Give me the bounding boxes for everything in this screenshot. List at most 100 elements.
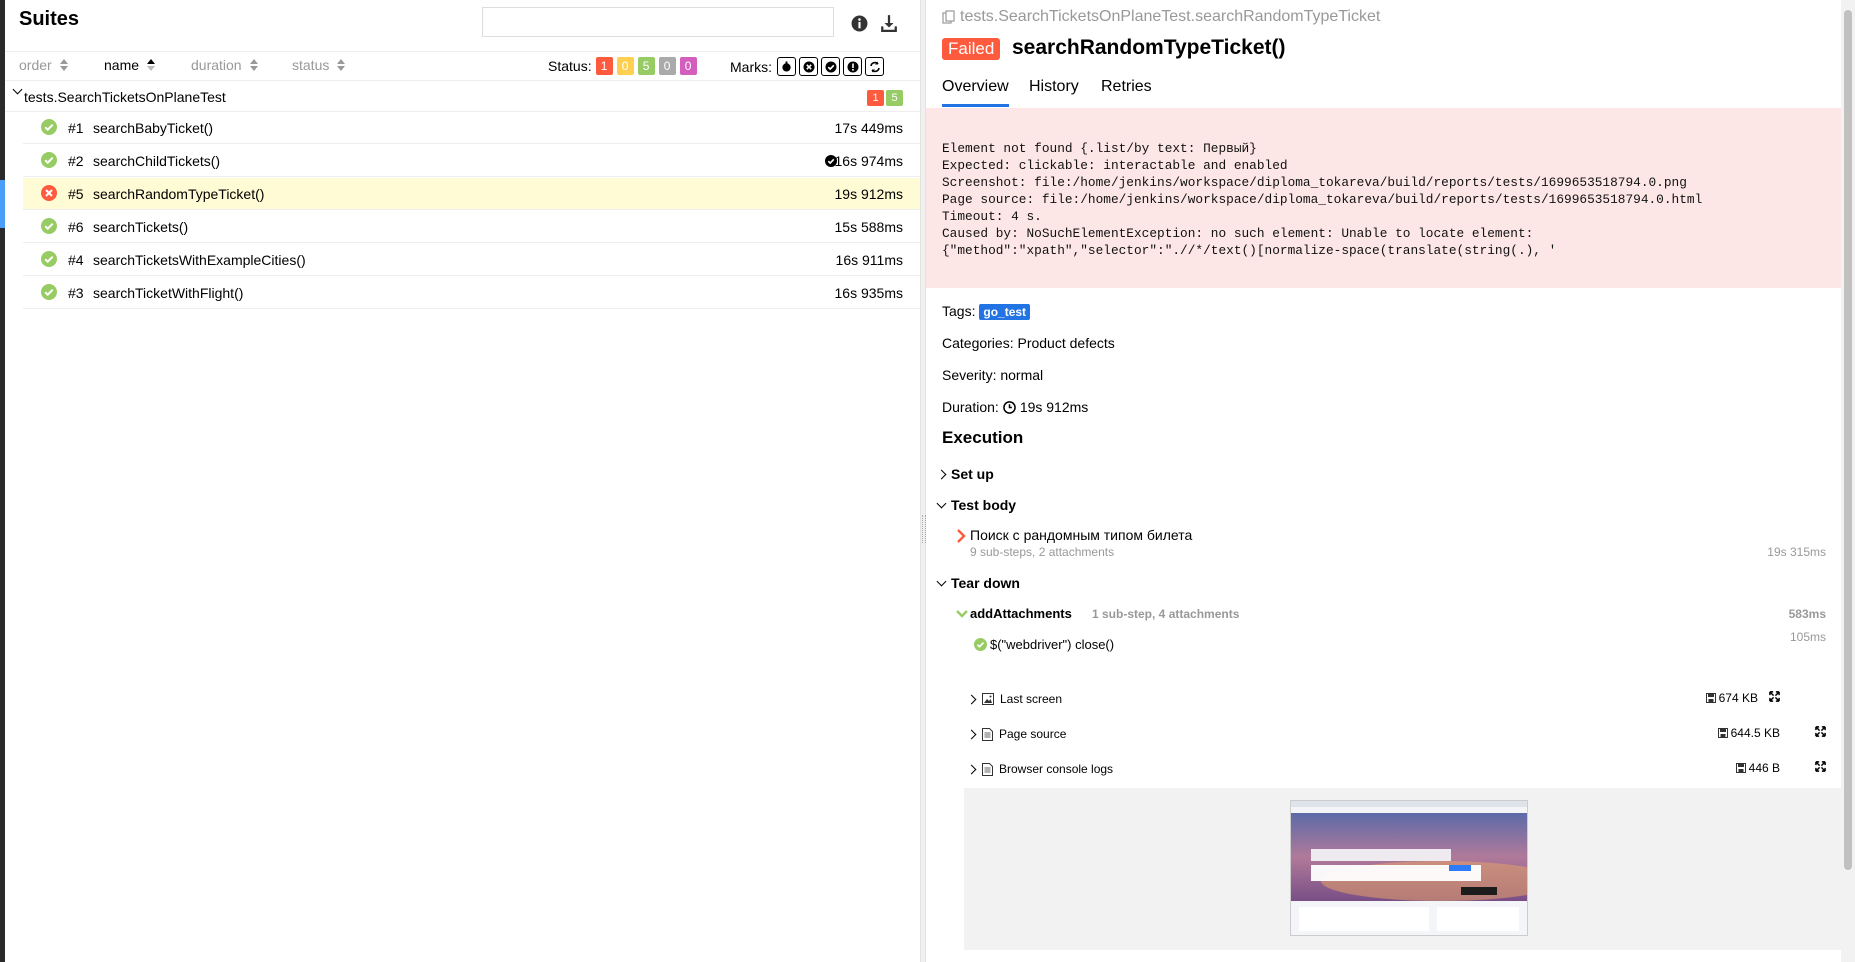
chevron-right-icon [936,469,947,479]
test-row[interactable]: #6 searchTickets() 15s 588ms [23,211,920,243]
sub-step-duration: 105ms [1789,630,1826,644]
body-section-toggle[interactable]: Test body [936,497,1017,513]
chevron-right-failed-icon [957,529,966,543]
severity-value: normal [1000,367,1044,383]
new-passed-icon[interactable] [821,57,840,76]
test-fullname-text: tests.SearchTicketsOnPlaneTest.searchRan… [960,8,1381,25]
info-button[interactable] [847,11,871,35]
test-row[interactable]: #5 searchRandomTypeTicket() 19s 912ms [23,178,920,210]
fullscreen-icon[interactable] [1815,726,1826,740]
retries-icon[interactable] [865,57,884,76]
sort-name[interactable]: name [104,57,156,73]
sort-status-label: status [292,57,330,73]
test-row[interactable]: #1 searchBabyTicket() 17s 449ms [23,112,920,144]
sort-name-label: name [104,57,140,73]
chevron-down-icon [936,576,947,587]
test-row[interactable]: #4 searchTicketsWithExampleCities() 16s 91… [23,244,920,276]
suite-group-counts: 15 [863,88,903,106]
filter-broken-badge[interactable]: 0 [616,57,634,75]
sort-duration[interactable]: duration [191,57,258,73]
execution-title: Execution [942,428,1024,447]
teardown-step-row[interactable]: addAttachments 1 sub-step, 4 attachments… [956,606,1826,624]
sub-step-row[interactable]: $("webdriver") close() 105ms [974,630,1826,657]
passed-status-icon [41,218,57,239]
image-icon [982,693,994,705]
disk-icon [1705,693,1716,703]
sort-order-label: order [19,57,52,73]
duration-label: Duration: [942,399,999,415]
suite-group-row[interactable]: tests.SearchTicketsOnPlaneTest 15 [5,81,920,112]
body-section-label: Test body [951,497,1017,513]
fullscreen-icon[interactable] [1815,761,1826,775]
attachment-name: Page source [999,727,1067,741]
attachment-name: Browser console logs [999,762,1114,776]
sort-status[interactable]: status [292,57,346,73]
filter-passed-badge[interactable]: 5 [637,57,655,75]
video-attachment-preview [964,788,1841,950]
new-broken-icon[interactable] [843,57,862,76]
attachment-row[interactable]: Last screen 674 KB [966,690,1826,708]
sort-arrows-icon [59,59,68,71]
disk-icon [1717,728,1728,738]
fullscreen-icon[interactable] [1769,691,1780,705]
chevron-right-icon [966,764,976,774]
teardown-section-toggle[interactable]: Tear down [936,575,1020,591]
sort-arrows-icon [249,59,258,71]
attachment-size-text: 674 KB [1718,691,1758,705]
teardown-step-sub: 1 sub-step, 4 attachments [1092,607,1240,621]
passed-status-icon [41,119,57,140]
filter-skipped-badge[interactable]: 0 [658,57,676,75]
file-icon [982,762,993,776]
page-title: searchRandomTypeTicket() [1012,36,1286,59]
tab-overview[interactable]: Overview [942,78,1009,107]
test-row[interactable]: #3 searchTicketWithFlight() 16s 935ms [23,277,920,309]
tab-history[interactable]: History [1029,78,1079,104]
attachment-row[interactable]: Page source 644.5 KB [966,725,1826,743]
attachment-row[interactable]: Browser console logs 446 B [966,760,1826,778]
test-details-pane: tests.SearchTicketsOnPlaneTest.searchRan… [926,0,1841,962]
body-step-sub: 9 sub-steps, 2 attachments [970,545,1115,559]
new-failed-icon[interactable] [799,57,818,76]
tag-badge[interactable]: go_test [979,304,1031,320]
tab-retries[interactable]: Retries [1101,78,1152,104]
test-name: searchRandomTypeTicket() [93,186,265,202]
test-number: #1 [68,120,84,136]
download-button[interactable] [877,11,901,35]
filter-unknown-badge[interactable]: 0 [679,57,697,75]
passed-status-icon [41,251,57,272]
vertical-scrollbar[interactable] [1841,0,1855,962]
passed-status-icon [41,152,57,173]
attachment-name: Last screen [1000,692,1063,706]
test-name: searchTicketWithFlight() [93,285,244,301]
scrollbar-thumb[interactable] [1844,10,1852,870]
suite-group-name: tests.SearchTicketsOnPlaneTest [24,89,226,105]
search-input[interactable] [482,7,834,37]
test-duration: 16s 935ms [834,285,903,301]
severity-row: Severity: normal [942,367,1043,383]
sort-order[interactable]: order [19,57,68,73]
test-duration: 17s 449ms [834,120,903,136]
setup-section-toggle[interactable]: Set up [936,466,994,482]
teardown-section-label: Tear down [951,575,1020,591]
copy-icon[interactable] [942,10,956,24]
marks-filter: Marks: [730,57,884,76]
test-row[interactable]: #2 searchChildTickets() 16s 974ms [23,145,920,177]
tags-label: Tags: [942,303,976,319]
categories-value: Product defects [1017,335,1115,351]
setup-section-label: Set up [951,466,994,482]
filter-failed-badge[interactable]: 1 [595,57,613,75]
error-message-text: Element not found {.list/by text: Первый… [942,141,1703,258]
video-preview-image[interactable] [1290,800,1528,936]
disk-icon [1735,763,1746,773]
attachment-size: 446 B [1735,761,1780,775]
flaky-icon[interactable] [777,57,796,76]
sort-duration-label: duration [191,57,242,73]
body-step-name: Поиск с рандомным типом билета [970,527,1193,543]
duration-row: Duration: 19s 912ms [942,399,1088,415]
categories-row: Categories: Product defects [942,335,1115,351]
test-number: #2 [68,153,84,169]
test-number: #3 [68,285,84,301]
clock-icon [1002,400,1016,414]
test-name: searchTicketsWithExampleCities() [93,252,306,268]
video-frame-picture [1291,801,1527,935]
